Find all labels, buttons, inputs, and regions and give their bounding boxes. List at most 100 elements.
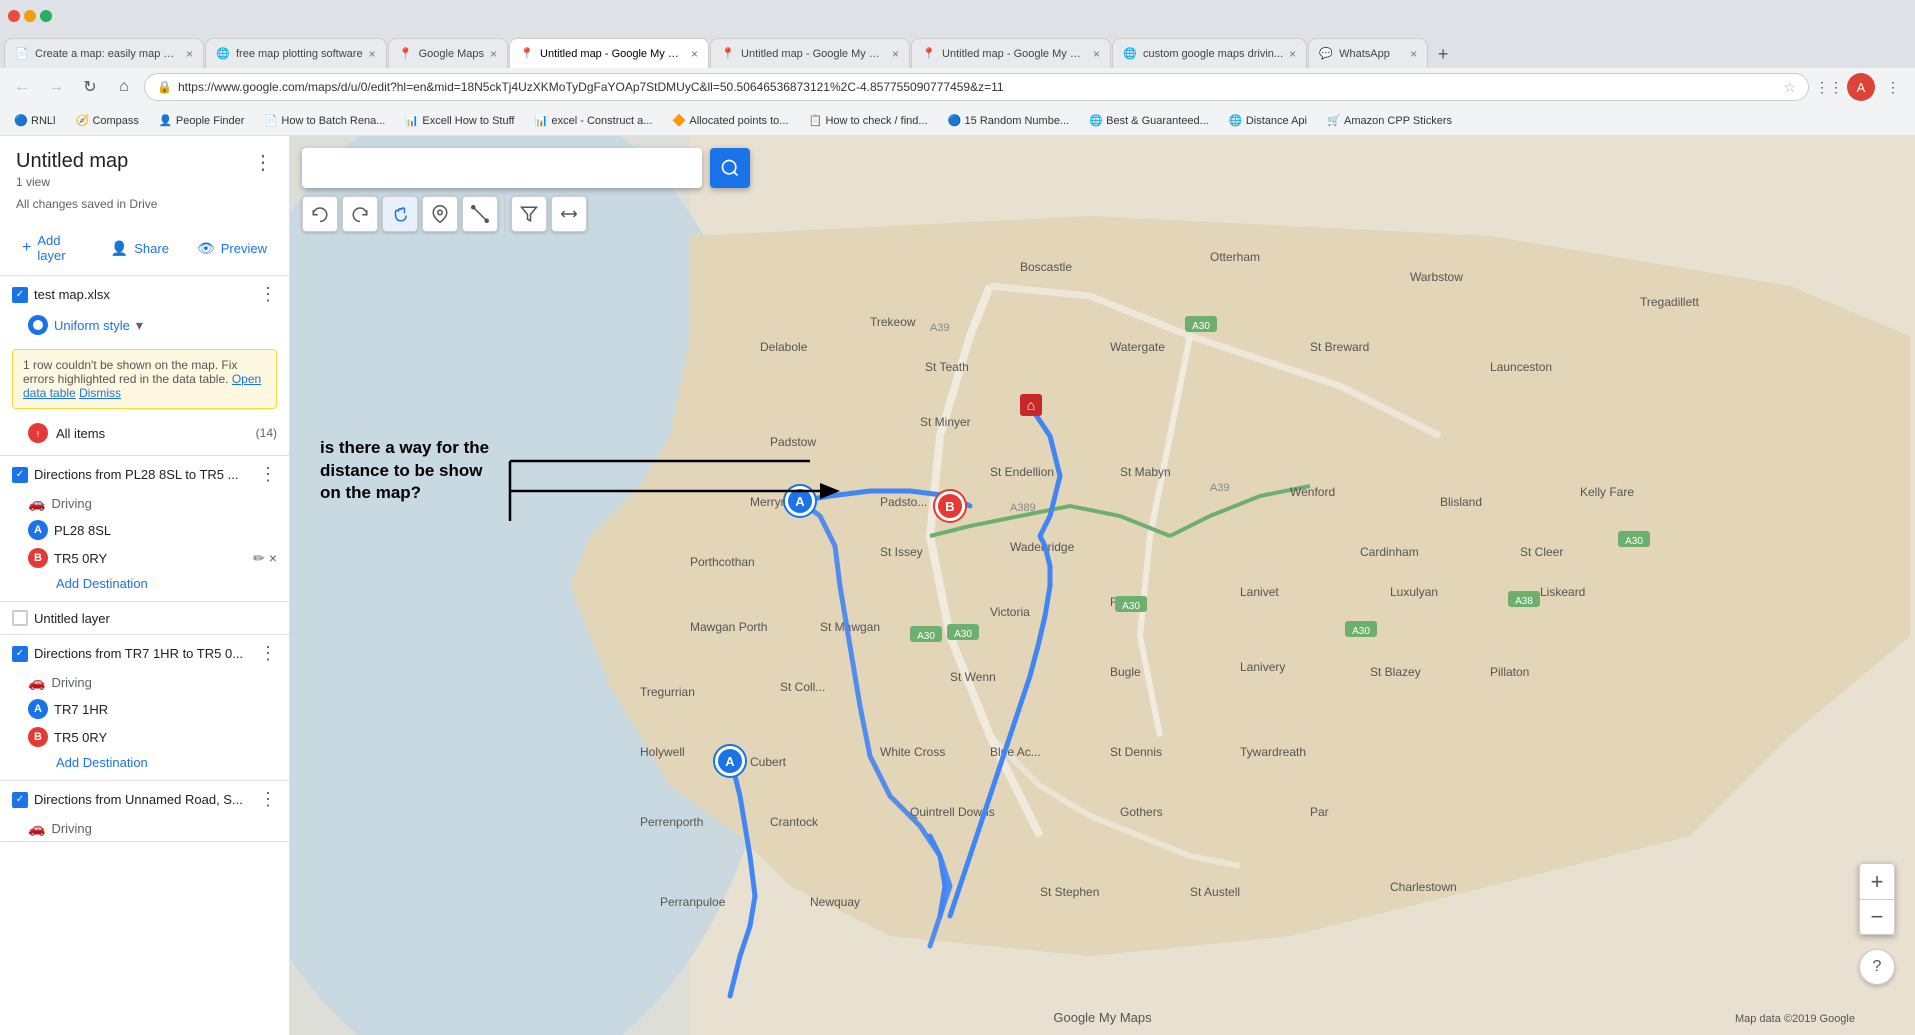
zoom-in-btn[interactable]: + bbox=[1859, 863, 1895, 899]
layer-directions-pl28-checkbox[interactable]: ✓ bbox=[12, 467, 28, 483]
bookmark-label-random-numbers: 15 Random Numbe... bbox=[965, 115, 1070, 127]
tab-custom-maps[interactable]: 🌐 custom google maps drivin... × bbox=[1112, 38, 1307, 68]
waypoint-b-delete-icon[interactable]: × bbox=[269, 550, 277, 567]
tab-close-untitled-map-2[interactable]: × bbox=[892, 47, 899, 61]
watermark-text: Google My Maps bbox=[1053, 1010, 1151, 1025]
tab-create-map[interactable]: 📄 Create a map: easily map m... × bbox=[4, 38, 204, 68]
tab-whatsapp[interactable]: 💬 WhatsApp × bbox=[1308, 38, 1428, 68]
svg-text:Gothers: Gothers bbox=[1120, 805, 1163, 819]
forward-btn[interactable]: → bbox=[42, 73, 70, 101]
bookmark-allocated-points[interactable]: 🔶 Allocated points to... bbox=[666, 112, 794, 130]
map-search-input[interactable] bbox=[302, 148, 702, 188]
bookmark-amazon-cpp[interactable]: 🛒 Amazon CPP Stickers bbox=[1321, 112, 1458, 130]
bookmark-random-numbers[interactable]: 🔵 15 Random Numbe... bbox=[942, 112, 1076, 130]
bookmark-people-finder[interactable]: 👤 People Finder bbox=[153, 112, 251, 130]
layer-directions-pl28-header[interactable]: ✓ Directions from PL28 8SL to TR5 ... ⋮ bbox=[0, 456, 289, 493]
zoom-out-btn[interactable]: − bbox=[1859, 899, 1895, 935]
layer-directions-tr7: ✓ Directions from TR7 1HR to TR5 0... ⋮ … bbox=[0, 635, 289, 781]
driving-label-unnamed: Driving bbox=[51, 821, 91, 836]
uniform-style-row[interactable]: Uniform style ▾ bbox=[0, 313, 289, 343]
map-area[interactable]: A389 A39 A39 Boscastle Otterham Warbstow… bbox=[290, 136, 1915, 1035]
tab-untitled-map-2[interactable]: 📍 Untitled map - Google My M... × bbox=[710, 38, 910, 68]
bookmark-compass[interactable]: 🧭 Compass bbox=[69, 112, 144, 130]
bookmark-batch-rename[interactable]: 📄 How to Batch Rena... bbox=[258, 112, 391, 130]
tab-google-maps[interactable]: 📍 Google Maps × bbox=[388, 38, 508, 68]
minimize-window-btn[interactable] bbox=[24, 10, 36, 22]
svg-text:St Cleer: St Cleer bbox=[1520, 545, 1563, 559]
help-btn[interactable]: ? bbox=[1859, 949, 1895, 985]
add-destination-btn-pl28[interactable]: Add Destination bbox=[56, 576, 148, 591]
bookmark-label-rnll: RNLl bbox=[31, 115, 55, 127]
tab-close-map-plotting[interactable]: × bbox=[369, 47, 376, 61]
layer-test-map-menu[interactable]: ⋮ bbox=[259, 284, 277, 305]
bookmark-rnll[interactable]: 🔵 RNLl bbox=[8, 112, 61, 130]
layer-directions-unnamed-header[interactable]: ✓ Directions from Unnamed Road, S... ⋮ bbox=[0, 781, 289, 818]
layer-test-map-checkbox[interactable]: ✓ bbox=[12, 287, 28, 303]
close-window-btn[interactable] bbox=[8, 10, 20, 22]
filter-btn[interactable] bbox=[511, 196, 547, 232]
tab-close-untitled-map-3[interactable]: × bbox=[1093, 47, 1100, 61]
bookmark-star-icon[interactable]: ☆ bbox=[1783, 79, 1796, 96]
extensions-icon[interactable]: ⋮⋮ bbox=[1815, 73, 1843, 101]
chrome-menu-icon[interactable]: ⋮ bbox=[1879, 73, 1907, 101]
tab-close-create-map[interactable]: × bbox=[186, 47, 193, 61]
layer-directions-tr7-checkbox[interactable]: ✓ bbox=[12, 646, 28, 662]
home-btn[interactable]: ⌂ bbox=[110, 73, 138, 101]
measure-btn[interactable] bbox=[551, 196, 587, 232]
preview-btn[interactable]: 👁 Preview bbox=[191, 236, 273, 261]
svg-text:St Dennis: St Dennis bbox=[1110, 745, 1162, 759]
maximize-window-btn[interactable] bbox=[40, 10, 52, 22]
tab-close-google-maps[interactable]: × bbox=[490, 47, 497, 61]
bookmark-best-guaranteed[interactable]: 🌐 Best & Guaranteed... bbox=[1083, 112, 1215, 130]
url-bar[interactable]: 🔒 https://www.google.com/maps/d/u/0/edit… bbox=[144, 73, 1809, 101]
svg-text:A39: A39 bbox=[930, 322, 950, 334]
waypoint-b-edit-icon[interactable]: ✏ bbox=[253, 550, 265, 567]
tab-untitled-map-3[interactable]: 📍 Untitled map - Google My M... × bbox=[911, 38, 1111, 68]
tab-title-map-plotting: free map plotting software bbox=[236, 48, 363, 60]
layer-directions-unnamed-checkbox[interactable]: ✓ bbox=[12, 792, 28, 808]
layer-directions-tr7-menu[interactable]: ⋮ bbox=[259, 643, 277, 664]
pan-btn[interactable] bbox=[382, 196, 418, 232]
tab-close-untitled-map-active[interactable]: × bbox=[691, 47, 698, 61]
bookmark-check-find[interactable]: 📋 How to check / find... bbox=[802, 112, 933, 130]
bookmark-excell[interactable]: 📊 Excell How to Stuff bbox=[399, 112, 520, 130]
tab-map-plotting[interactable]: 🌐 free map plotting software × bbox=[205, 38, 387, 68]
toolbar-icons: ⋮⋮ A ⋮ bbox=[1815, 73, 1907, 101]
add-marker-btn[interactable] bbox=[422, 196, 458, 232]
profile-icon[interactable]: A bbox=[1847, 73, 1875, 101]
draw-line-btn[interactable] bbox=[462, 196, 498, 232]
add-layer-btn[interactable]: + Add layer bbox=[16, 229, 89, 267]
svg-text:St Endellion: St Endellion bbox=[990, 465, 1054, 479]
bookmark-favicon-best-guaranteed: 🌐 bbox=[1089, 114, 1103, 128]
map-search-btn[interactable] bbox=[710, 148, 750, 188]
share-btn[interactable]: 👤 Share bbox=[105, 236, 175, 261]
tab-close-whatsapp[interactable]: × bbox=[1410, 47, 1417, 61]
reload-btn[interactable]: ↻ bbox=[76, 73, 104, 101]
bookmark-excel-construct[interactable]: 📊 excel - Construct a... bbox=[529, 112, 659, 130]
layer-untitled: Untitled layer bbox=[0, 602, 289, 635]
layer-directions-tr7-header[interactable]: ✓ Directions from TR7 1HR to TR5 0... ⋮ bbox=[0, 635, 289, 672]
back-btn[interactable]: ← bbox=[8, 73, 36, 101]
zoom-controls: + − bbox=[1859, 863, 1895, 935]
svg-text:Holywell: Holywell bbox=[640, 745, 685, 759]
layer-untitled-checkbox[interactable] bbox=[12, 610, 28, 626]
header-menu-btn[interactable]: ⋮ bbox=[253, 150, 273, 175]
bookmark-distance-api[interactable]: 🌐 Distance Api bbox=[1223, 112, 1313, 130]
tab-untitled-map-active[interactable]: 📍 Untitled map - Google My M... × bbox=[509, 38, 709, 68]
redo-btn[interactable] bbox=[342, 196, 378, 232]
add-destination-tr7: Add Destination bbox=[0, 751, 289, 780]
bookmark-label-best-guaranteed: Best & Guaranteed... bbox=[1106, 115, 1209, 127]
svg-text:Pillaton: Pillaton bbox=[1490, 665, 1529, 679]
dismiss-link[interactable]: Dismiss bbox=[79, 386, 121, 400]
add-destination-btn-tr7[interactable]: Add Destination bbox=[56, 755, 148, 770]
layer-directions-unnamed-menu[interactable]: ⋮ bbox=[259, 789, 277, 810]
layer-directions-pl28-menu[interactable]: ⋮ bbox=[259, 464, 277, 485]
error-message: 1 row couldn't be shown on the map. Fix … bbox=[23, 358, 237, 386]
layer-test-map-header[interactable]: ✓ test map.xlsx ⋮ bbox=[0, 276, 289, 313]
tab-close-custom-maps[interactable]: × bbox=[1289, 47, 1296, 61]
new-tab-btn[interactable]: + bbox=[1429, 40, 1457, 68]
undo-btn[interactable] bbox=[302, 196, 338, 232]
tabs-bar: 📄 Create a map: easily map m... × 🌐 free… bbox=[0, 32, 1915, 68]
all-items-row[interactable]: ! All items (14) bbox=[0, 415, 289, 455]
svg-text:Otterham: Otterham bbox=[1210, 250, 1260, 264]
